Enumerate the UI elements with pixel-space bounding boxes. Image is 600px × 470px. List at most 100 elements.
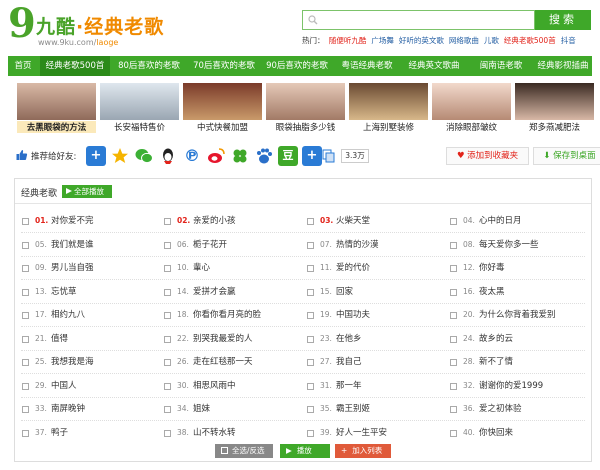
- ad-caption[interactable]: 眼袋抽脂多少钱: [266, 121, 345, 133]
- song-item[interactable]: 25. 我想我是海: [22, 355, 162, 369]
- song-checkbox[interactable]: [22, 406, 29, 413]
- song-title[interactable]: 你看你看月亮的脸: [193, 308, 261, 322]
- song-title[interactable]: 夜太黑: [479, 285, 505, 299]
- song-checkbox[interactable]: [22, 265, 29, 272]
- song-title[interactable]: 我自己: [336, 355, 362, 369]
- song-item[interactable]: 30. 相思风雨中: [164, 379, 304, 393]
- song-checkbox[interactable]: [22, 218, 29, 225]
- hot-link[interactable]: 随便听九酷: [329, 36, 367, 45]
- song-item[interactable]: 11. 爱的代价: [307, 261, 447, 275]
- nav-item[interactable]: 80后喜欢的老歌: [113, 56, 185, 76]
- ad-caption[interactable]: 长安福特售价: [100, 121, 179, 133]
- song-checkbox[interactable]: [307, 288, 314, 296]
- song-item[interactable]: 13. 忘忧草: [22, 285, 162, 299]
- nav-item[interactable]: 70后喜欢的老歌: [188, 56, 260, 76]
- song-checkbox[interactable]: [164, 359, 171, 366]
- song-checkbox[interactable]: [450, 359, 457, 366]
- song-item[interactable]: 26. 走在红毯那一天: [164, 355, 304, 369]
- nav-item[interactable]: 经典英文歌曲: [401, 56, 467, 76]
- nav-item[interactable]: 经典老歌500首: [40, 56, 110, 76]
- song-item[interactable]: 21. 值得: [22, 332, 162, 346]
- song-title[interactable]: 谢谢你的爱1999: [479, 379, 543, 393]
- song-item[interactable]: 08. 每天爱你多一些: [450, 238, 590, 252]
- ad-thumbnail[interactable]: 去黑眼袋的方法: [17, 83, 96, 133]
- song-title[interactable]: 你好毒: [479, 261, 505, 275]
- share-qq-icon[interactable]: [158, 146, 178, 166]
- nav-item[interactable]: 90后喜欢的老歌: [262, 56, 332, 76]
- song-checkbox[interactable]: [22, 335, 29, 343]
- play-all-button[interactable]: 全部播放: [62, 185, 112, 198]
- hot-link[interactable]: 网络歌曲: [449, 36, 479, 45]
- song-title[interactable]: 相约九八: [51, 308, 85, 322]
- song-checkbox[interactable]: [450, 288, 457, 296]
- nav-item[interactable]: 粤语经典老歌: [335, 56, 399, 76]
- song-checkbox[interactable]: [450, 406, 457, 413]
- song-title[interactable]: 每天爱你多一些: [479, 238, 539, 252]
- select-all-button[interactable]: 全选/反选: [215, 444, 273, 458]
- ad-caption[interactable]: 中式快餐加盟: [183, 121, 262, 133]
- song-item[interactable]: 20. 为什么你背着我爱别: [450, 308, 590, 322]
- song-checkbox[interactable]: [307, 265, 314, 272]
- song-title[interactable]: 火柴天堂: [336, 214, 370, 228]
- song-item[interactable]: 07. 热情的沙漠: [307, 238, 447, 252]
- song-title[interactable]: 走在红毯那一天: [193, 355, 253, 369]
- ad-thumbnail[interactable]: 上海别墅装修: [349, 83, 428, 133]
- song-item[interactable]: 27. 我自己: [307, 355, 447, 369]
- song-title[interactable]: 姐妹: [193, 402, 210, 416]
- add-favorite-button[interactable]: ♥ 添加到收藏夹: [446, 147, 529, 165]
- song-title[interactable]: 相思风雨中: [193, 379, 236, 393]
- share-clover-icon[interactable]: [230, 146, 250, 166]
- song-title[interactable]: 中国功夫: [336, 308, 370, 322]
- song-checkbox[interactable]: [22, 359, 29, 366]
- song-item[interactable]: 10. 輩心: [164, 261, 304, 275]
- song-title[interactable]: 心中的日月: [479, 214, 522, 228]
- song-title[interactable]: 爱之初体验: [479, 402, 522, 416]
- song-checkbox[interactable]: [164, 406, 171, 413]
- song-title[interactable]: 忘忧草: [51, 285, 77, 299]
- hot-link[interactable]: 儿歌: [484, 36, 499, 45]
- hot-link[interactable]: 抖音: [561, 36, 576, 45]
- song-item[interactable]: 22. 别哭我最爱的人: [164, 332, 304, 346]
- song-item[interactable]: 17. 相约九八: [22, 308, 162, 322]
- song-checkbox[interactable]: [164, 241, 171, 249]
- song-title[interactable]: 我们就是谁: [51, 238, 94, 252]
- search-button[interactable]: 搜索: [535, 10, 591, 30]
- song-title[interactable]: 在他乡: [336, 332, 362, 346]
- ad-image[interactable]: [17, 83, 96, 120]
- song-item[interactable]: 04. 心中的日月: [450, 214, 590, 228]
- song-item[interactable]: 09. 男儿当自强: [22, 261, 162, 275]
- song-title[interactable]: 新不了情: [479, 355, 513, 369]
- hot-link[interactable]: 好听的英文歌: [399, 36, 444, 45]
- song-title[interactable]: 南屏晚钟: [51, 402, 85, 416]
- share-more-icon[interactable]: +: [86, 146, 106, 166]
- song-item[interactable]: 36. 爱之初体验: [450, 402, 590, 416]
- site-logo[interactable]: 9 九酷·经典老歌 www.9ku.com/laoge: [8, 4, 208, 48]
- song-checkbox[interactable]: [22, 312, 29, 319]
- song-title[interactable]: 爱拼才会赢: [193, 285, 236, 299]
- ad-thumbnail[interactable]: 消除眼部皱纹: [432, 83, 511, 133]
- song-item[interactable]: 19. 中国功夫: [307, 308, 447, 322]
- share-qzone-icon[interactable]: [110, 146, 130, 166]
- song-item[interactable]: 24. 故乡的云: [450, 332, 590, 346]
- hot-link[interactable]: 经典老歌500首: [504, 36, 556, 45]
- song-checkbox[interactable]: [307, 429, 314, 437]
- play-button[interactable]: ▶ 播放: [280, 444, 330, 458]
- song-checkbox[interactable]: [307, 218, 314, 225]
- share-pinterest-icon[interactable]: ℗: [182, 146, 202, 166]
- ad-thumbnail[interactable]: 眼袋抽脂多少钱: [266, 83, 345, 133]
- ad-thumbnail[interactable]: 郑多燕减肥法: [515, 83, 594, 133]
- song-item[interactable]: 12. 你好毒: [450, 261, 590, 275]
- song-checkbox[interactable]: [450, 429, 457, 437]
- share-add-icon[interactable]: +: [302, 146, 322, 166]
- song-checkbox[interactable]: [450, 335, 457, 343]
- song-title[interactable]: 你快回来: [479, 426, 513, 440]
- song-item[interactable]: 16. 夜太黑: [450, 285, 590, 299]
- share-weibo-icon[interactable]: [206, 146, 226, 166]
- song-title[interactable]: 我想我是海: [51, 355, 94, 369]
- song-item[interactable]: 05. 我们就是谁: [22, 238, 162, 252]
- song-title[interactable]: 鸭子: [51, 426, 68, 440]
- song-checkbox[interactable]: [22, 382, 29, 390]
- song-item[interactable]: 02. 亲爱的小孩: [164, 214, 304, 228]
- song-item[interactable]: 37. 鸭子: [22, 426, 162, 440]
- song-item[interactable]: 39. 好人一生平安: [307, 426, 447, 440]
